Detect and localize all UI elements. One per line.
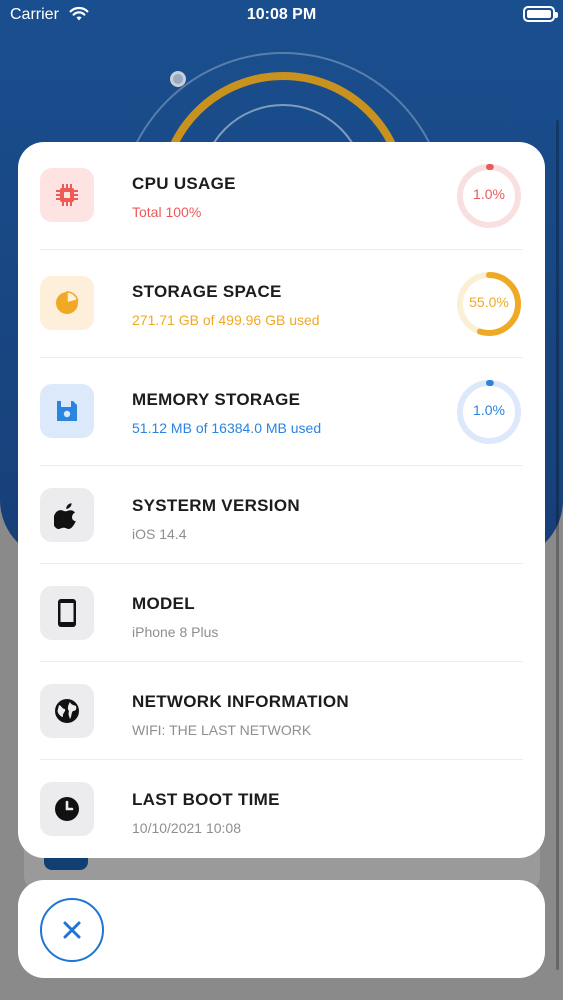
system-version-title: SYSTERM VERSION [132, 496, 300, 515]
model-row: MODEL iPhone 8 Plus [40, 564, 523, 662]
background-orbit-dot [170, 71, 186, 87]
close-button[interactable] [40, 898, 104, 962]
cpu-usage-subtitle: Total 100% [132, 204, 202, 220]
clock-icon [40, 782, 94, 836]
last-boot-row: LAST BOOT TIME 10/10/2021 10:08 [40, 760, 523, 858]
close-icon [63, 921, 81, 939]
status-bar: Carrier 10:08 PM [0, 0, 563, 30]
memory-storage-row: MEMORY STORAGE 51.12 MB of 16384.0 MB us… [40, 358, 523, 466]
memory-storage-subtitle: 51.12 MB of 16384.0 MB used [132, 420, 322, 436]
battery-icon [523, 6, 558, 22]
globe-icon [40, 684, 94, 738]
close-sheet [18, 880, 545, 978]
memory-storage-ring: 1.0% [455, 378, 523, 446]
scroll-indicator[interactable] [556, 120, 559, 970]
storage-space-subtitle: 271.71 GB of 499.96 GB used [132, 312, 320, 328]
floppy-disk-icon [40, 384, 94, 438]
memory-storage-percent: 1.0% [473, 402, 505, 418]
network-info-title: NETWORK INFORMATION [132, 692, 349, 711]
memory-storage-title: MEMORY STORAGE [132, 390, 301, 409]
system-version-row: SYSTERM VERSION iOS 14.4 [40, 466, 523, 564]
model-title: MODEL [132, 594, 195, 613]
apple-logo-icon [40, 488, 94, 542]
model-value: iPhone 8 Plus [132, 624, 219, 640]
chip-icon [40, 168, 94, 222]
pie-chart-icon [40, 276, 94, 330]
device-info-sheet: CPU USAGE Total 100% 1.0% STORAGE SPACE … [18, 142, 545, 858]
storage-space-title: STORAGE SPACE [132, 282, 282, 301]
storage-space-row: STORAGE SPACE 271.71 GB of 499.96 GB use… [40, 250, 523, 358]
phone-icon [40, 586, 94, 640]
status-time: 10:08 PM [246, 6, 317, 23]
network-info-row: NETWORK INFORMATION WIFI: THE LAST NETWO… [40, 662, 523, 760]
storage-space-percent: 55.0% [469, 294, 509, 310]
cpu-usage-ring: 1.0% [455, 162, 523, 230]
cpu-usage-row: CPU USAGE Total 100% 1.0% [40, 142, 523, 250]
last-boot-value: 10/10/2021 10:08 [132, 820, 241, 836]
last-boot-title: LAST BOOT TIME [132, 790, 280, 809]
cpu-usage-title: CPU USAGE [132, 174, 236, 193]
system-version-value: iOS 14.4 [132, 526, 187, 542]
cpu-usage-percent: 1.0% [473, 186, 505, 202]
network-info-value: WIFI: THE LAST NETWORK [132, 722, 312, 738]
storage-space-ring: 55.0% [455, 270, 523, 338]
